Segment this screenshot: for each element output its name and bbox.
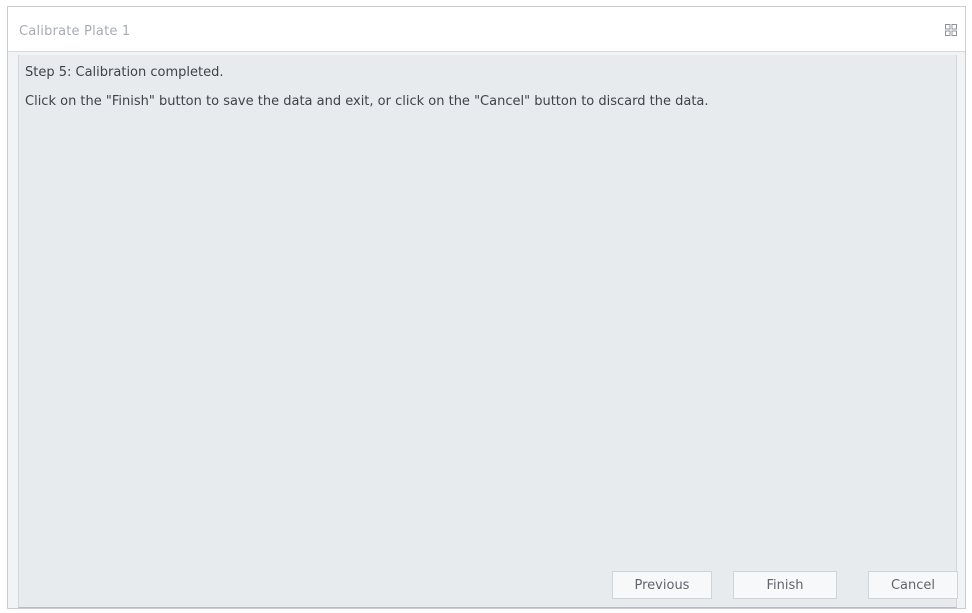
instruction-text: Click on the "Finish" button to save the… xyxy=(25,94,709,109)
calibrate-plate-dialog: Calibrate Plate 1 Step 5: Calibration co… xyxy=(7,6,966,609)
cancel-button[interactable]: Cancel xyxy=(868,571,958,599)
previous-button[interactable]: Previous xyxy=(612,571,712,599)
dialog-title: Calibrate Plate 1 xyxy=(19,24,131,39)
finish-button[interactable]: Finish xyxy=(733,571,837,599)
maximize-button[interactable] xyxy=(943,22,959,38)
dialog-titlebar: Calibrate Plate 1 xyxy=(8,7,965,52)
maximize-icon xyxy=(945,24,957,36)
step-status-text: Step 5: Calibration completed. xyxy=(25,65,224,80)
dialog-content: Step 5: Calibration completed. Click on … xyxy=(18,55,958,608)
